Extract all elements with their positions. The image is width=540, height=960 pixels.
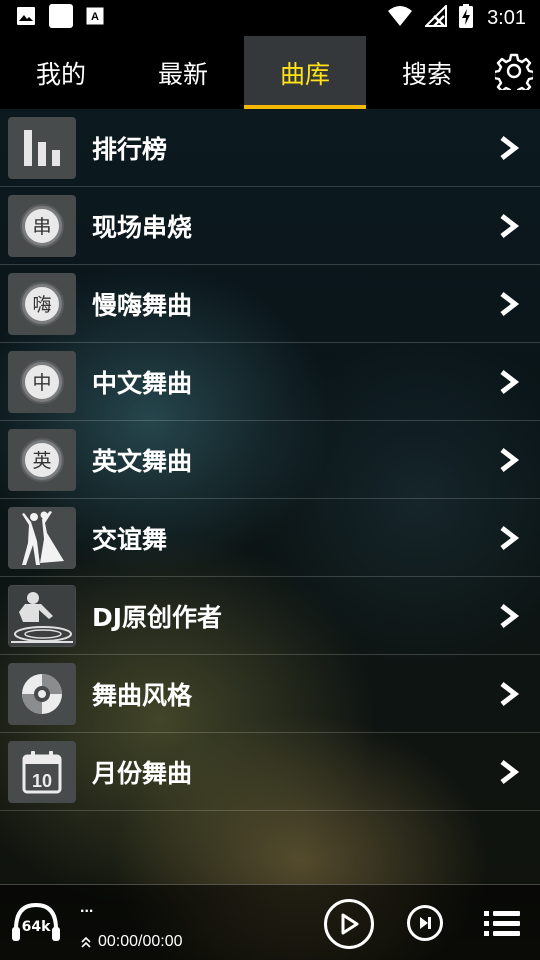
list-item-label: 英文舞曲	[92, 446, 193, 476]
list-item-label: 慢嗨舞曲	[92, 290, 193, 320]
list-item-label: 中文舞曲	[92, 368, 193, 398]
track-title: ...	[80, 899, 94, 916]
chevron-right-icon	[500, 603, 520, 628]
list-item-dance-style[interactable]: 舞曲风格	[0, 655, 540, 733]
list-item-icon: 英	[8, 428, 76, 491]
tab-mine[interactable]: 我的	[0, 36, 122, 109]
list-item-chinese-dance[interactable]: 中 中文舞曲	[0, 343, 540, 421]
play-icon	[341, 913, 359, 935]
chevron-right-icon	[500, 525, 520, 550]
chevron-right-icon	[500, 291, 520, 316]
dj-turntable-icon	[8, 584, 76, 647]
ballroom-dance-icon	[8, 506, 76, 569]
list-item-icon: 串	[8, 194, 76, 257]
category-list: 排行榜 串 现场串烧 嗨 慢嗨舞曲 中 中文舞曲 英 英文舞曲 交谊舞 DJ原创…	[0, 109, 540, 811]
list-item-slow-dance[interactable]: 嗨 慢嗨舞曲	[0, 265, 540, 343]
list-item-label: 月份舞曲	[92, 758, 193, 788]
status-time: 3:01	[487, 6, 526, 29]
status-right: 3:01	[387, 3, 526, 32]
playlist-icon	[484, 911, 520, 936]
list-item-icon: 中	[8, 350, 76, 413]
skip-next-icon	[420, 917, 431, 929]
badge-icon: 嗨	[22, 283, 62, 324]
tab-latest[interactable]: 最新	[122, 36, 244, 109]
mini-player: 64k ... 00:00/00:00	[0, 884, 540, 960]
chevron-right-icon	[500, 369, 520, 394]
list-item-live-medley[interactable]: 串 现场串烧	[0, 187, 540, 265]
track-time: 00:00/00:00	[98, 933, 183, 950]
list-item-monthly-dance[interactable]: 10 月份舞曲	[0, 733, 540, 811]
vinyl-disc-icon	[8, 662, 76, 725]
list-item-icon: 嗨	[8, 272, 76, 335]
bitrate-label: 64k	[21, 919, 51, 935]
list-item-label: 交谊舞	[92, 524, 168, 554]
tab-search[interactable]: 搜索	[366, 36, 488, 109]
play-button[interactable]	[324, 899, 374, 949]
calendar-icon: 10	[8, 740, 76, 803]
settings-button[interactable]	[488, 36, 540, 109]
list-item-chart[interactable]: 排行榜	[0, 109, 540, 187]
list-item-label: 舞曲风格	[92, 680, 193, 710]
bar-chart-icon	[8, 116, 76, 179]
playlist-button[interactable]	[484, 909, 520, 939]
list-item-label: DJ原创作者	[92, 602, 223, 632]
calendar-day: 10	[32, 771, 52, 791]
chevron-right-icon	[500, 447, 520, 472]
chevron-right-icon	[500, 759, 520, 784]
chevron-right-icon	[500, 681, 520, 706]
next-track-button[interactable]	[407, 905, 443, 941]
image-icon	[16, 6, 36, 30]
badge-icon: 串	[22, 205, 62, 246]
top-tab-bar: 我的 最新 曲库 搜索	[0, 36, 540, 109]
list-item-dj-creators[interactable]: DJ原创作者	[0, 577, 540, 655]
list-item-label: 现场串烧	[92, 212, 193, 242]
track-time-row: 00:00/00:00	[80, 933, 183, 951]
chevron-right-icon	[500, 135, 520, 160]
chevron-right-icon	[500, 213, 520, 238]
gear-icon	[492, 52, 536, 96]
svg-text:A: A	[91, 11, 99, 23]
badge-icon: 中	[22, 361, 62, 402]
font-icon: A	[86, 7, 104, 29]
no-signal-icon	[423, 3, 448, 31]
wifi-icon	[387, 5, 413, 31]
square-icon	[48, 3, 74, 33]
expand-up-icon[interactable]	[80, 936, 92, 948]
battery-charging-icon	[459, 4, 474, 32]
status-bar: A 3:01	[0, 0, 540, 36]
status-left: A	[16, 3, 104, 33]
list-item-label: 排行榜	[92, 134, 168, 164]
badge-icon: 英	[22, 439, 62, 480]
tab-library[interactable]: 曲库	[244, 36, 366, 109]
list-item-english-dance[interactable]: 英 英文舞曲	[0, 421, 540, 499]
list-item-ballroom[interactable]: 交谊舞	[0, 499, 540, 577]
